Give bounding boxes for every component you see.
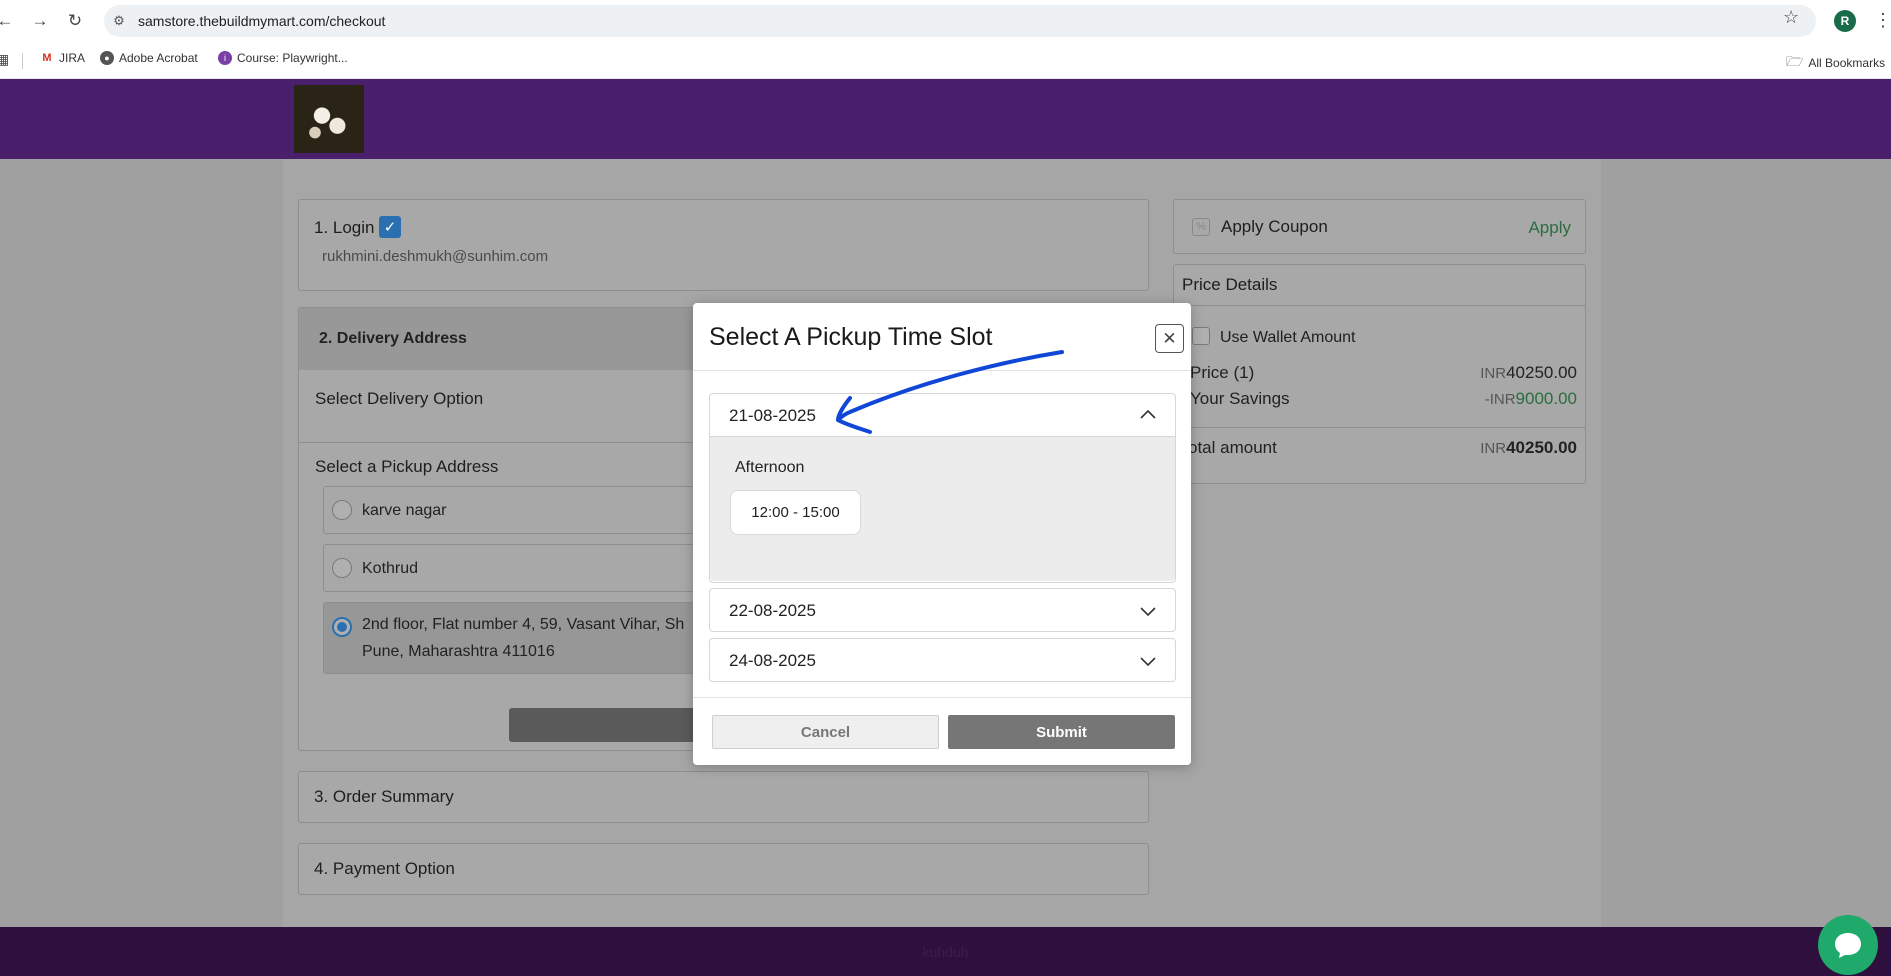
date-accordion-expanded[interactable]: 21-08-2025 Afternoon 12:00 - 15:00 (709, 393, 1176, 583)
order-summary-title: 3. Order Summary (314, 787, 454, 806)
payment-option-card[interactable]: 4. Payment Option (298, 843, 1149, 895)
chat-button[interactable] (1818, 915, 1878, 975)
price-value: 40250.00 (1506, 363, 1577, 382)
accordion-date: 24-08-2025 (729, 651, 816, 670)
accordion-date: 21-08-2025 (729, 406, 816, 425)
total-row: otal amount INR40250.00 (1188, 438, 1577, 458)
coupon-card: % Apply Coupon Apply (1173, 199, 1586, 254)
coupon-icon: % (1192, 218, 1210, 236)
delivery-title: 2. Delivery Address (319, 330, 467, 347)
jira-icon: M (42, 52, 52, 64)
savings-value: 9000.00 (1515, 389, 1577, 408)
radio-button[interactable] (332, 500, 352, 520)
check-icon: ✓ (379, 216, 401, 238)
price-currency: INR (1480, 365, 1507, 382)
bookmarks-bar: ▦ M JIRA ● Adobe Acrobat i Course: Playw… (0, 42, 1891, 79)
cancel-button[interactable]: Cancel (712, 715, 939, 749)
pickup-address-label: Select a Pickup Address (315, 457, 499, 476)
site-footer: kuhduh (0, 927, 1891, 976)
savings-currency: -INR (1484, 391, 1516, 408)
apply-coupon-link[interactable]: Apply (1528, 218, 1571, 238)
bookmark-label: Adobe Acrobat (119, 51, 198, 65)
total-currency: INR (1480, 440, 1507, 457)
time-slot-button[interactable]: 12:00 - 15:00 (730, 490, 861, 535)
bookmark-course[interactable]: i Course: Playwright... (218, 51, 348, 65)
price-details-card: Price Details Use Wallet Amount Price (1… (1173, 264, 1586, 484)
address-bar[interactable]: ⚙ samstore.thebuildmymart.com/checkout (104, 5, 1816, 37)
price-row: Price (1) INR40250.00 (1190, 363, 1577, 383)
all-bookmarks[interactable]: 🗁 All Bookmarks (1786, 51, 1885, 75)
total-label: otal amount (1188, 438, 1277, 457)
total-divider (1174, 427, 1585, 428)
accordion-date: 22-08-2025 (729, 601, 816, 620)
submit-button[interactable]: Submit (948, 715, 1175, 749)
apps-icon[interactable]: ▦ (0, 51, 9, 68)
date-accordion[interactable]: 22-08-2025 (709, 588, 1176, 632)
savings-label: Your Savings (1190, 389, 1290, 408)
savings-row: Your Savings -INR9000.00 (1190, 389, 1577, 409)
address-line1: 2nd floor, Flat number 4, 59, Vasant Vih… (362, 616, 685, 633)
bookmark-jira[interactable]: M JIRA (40, 51, 85, 65)
browser-toolbar: ← → ↻ ⚙ samstore.thebuildmymart.com/chec… (0, 0, 1891, 42)
date-accordion[interactable]: 24-08-2025 (709, 638, 1176, 682)
bookmark-adobe-acrobat[interactable]: ● Adobe Acrobat (100, 51, 198, 65)
period-label: Afternoon (735, 459, 805, 476)
address-option[interactable]: karve nagar (323, 486, 743, 534)
bookmark-label: Course: Playwright... (237, 51, 348, 65)
order-summary-card[interactable]: 3. Order Summary (298, 771, 1149, 823)
bookmark-star-icon[interactable]: ☆ (1783, 7, 1799, 28)
url-text[interactable]: samstore.thebuildmymart.com/checkout (138, 13, 385, 29)
pickup-slot-modal: Select A Pickup Time Slot ✕ 21-08-2025 A… (693, 303, 1191, 765)
chevron-down-icon[interactable] (1139, 602, 1157, 620)
all-bookmarks-label: All Bookmarks (1808, 56, 1886, 70)
login-card: 1. Login ✓ rukhmini.deshmukh@sunhim.com (298, 199, 1149, 291)
wallet-checkbox[interactable] (1192, 327, 1210, 345)
modal-footer-divider (693, 697, 1191, 698)
folder-icon: 🗁 (1786, 53, 1804, 69)
accordion-body: Afternoon 12:00 - 15:00 (710, 436, 1175, 581)
bookmarks-divider (22, 53, 23, 69)
modal-title: Select A Pickup Time Slot (709, 323, 993, 351)
payment-option-title: 4. Payment Option (314, 859, 455, 878)
coupon-label: Apply Coupon (1221, 217, 1328, 236)
chevron-up-icon[interactable] (1139, 406, 1157, 424)
login-email: rukhmini.deshmukh@sunhim.com (322, 248, 549, 265)
price-divider (1174, 305, 1585, 306)
store-logo[interactable] (294, 85, 364, 153)
address-option[interactable]: Kothrud (323, 544, 743, 592)
address-text: Kothrud (362, 560, 419, 577)
total-value: 40250.00 (1506, 438, 1577, 457)
chevron-down-icon[interactable] (1139, 652, 1157, 670)
close-icon[interactable]: ✕ (1155, 324, 1184, 353)
footer-text: kuhduh (922, 944, 969, 960)
reload-icon[interactable]: ↻ (62, 8, 88, 34)
radio-button-selected[interactable] (332, 617, 352, 637)
price-label: Price (1) (1190, 363, 1255, 382)
address-line2: Pune, Maharashtra 411016 (362, 643, 555, 660)
wallet-label: Use Wallet Amount (1220, 329, 1356, 346)
address-text: karve nagar (362, 502, 447, 519)
radio-button[interactable] (332, 558, 352, 578)
menu-icon[interactable]: ⋮ (1874, 10, 1891, 31)
acrobat-icon: ● (100, 51, 114, 65)
bookmark-label: JIRA (59, 51, 86, 65)
site-info-icon[interactable]: ⚙ (110, 12, 128, 30)
address-option-selected[interactable]: 2nd floor, Flat number 4, 59, Vasant Vih… (323, 602, 743, 674)
delivery-option-label: Select Delivery Option (315, 389, 484, 408)
price-details-title: Price Details (1182, 275, 1278, 294)
back-icon[interactable]: ← (0, 8, 18, 34)
forward-icon[interactable]: → (27, 8, 53, 34)
modal-header-divider (693, 370, 1191, 371)
site-header (0, 79, 1891, 159)
login-title: 1. Login (314, 218, 375, 237)
chat-icon (1835, 933, 1861, 958)
course-icon: i (218, 51, 232, 65)
profile-avatar[interactable]: R (1834, 10, 1856, 32)
